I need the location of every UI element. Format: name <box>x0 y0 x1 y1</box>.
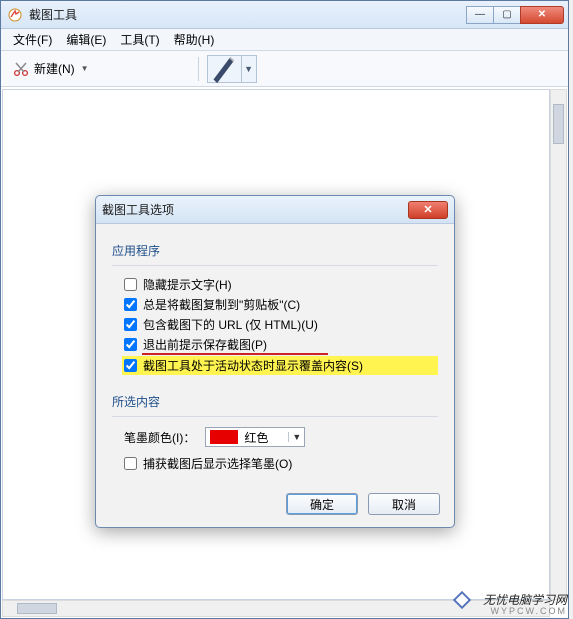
window-buttons: — ▢ ✕ <box>467 6 564 24</box>
watermark-icon <box>451 589 473 611</box>
window-title: 截图工具 <box>29 6 467 23</box>
dialog-titlebar[interactable]: 截图工具选项 ✕ <box>96 196 454 224</box>
ink-color-dropdown[interactable]: 红色 ▼ <box>205 427 305 447</box>
dialog-title: 截图工具选项 <box>102 201 408 218</box>
chevron-down-icon: ▼ <box>242 64 256 74</box>
options-dialog: 截图工具选项 ✕ 应用程序 隐藏提示文字(H) 总是将截图复制到"剪贴板"(C)… <box>95 195 455 528</box>
option-copy-clipboard[interactable]: 总是将截图复制到"剪贴板"(C) <box>124 296 438 313</box>
vertical-scrollbar[interactable] <box>550 89 567 600</box>
copy-button[interactable] <box>132 56 158 82</box>
app-icon <box>7 7 23 23</box>
eraser-button[interactable] <box>295 56 321 82</box>
menu-edit[interactable]: 编辑(E) <box>60 29 112 50</box>
new-button[interactable]: 新建(N) ▼ <box>7 57 94 81</box>
dialog-body: 应用程序 隐藏提示文字(H) 总是将截图复制到"剪贴板"(C) 包含截图下的 U… <box>96 224 454 485</box>
group-selection: 所选内容 <box>112 393 438 410</box>
dialog-buttons: 确定 取消 <box>96 485 454 527</box>
menubar: 文件(F) 编辑(E) 工具(T) 帮助(H) <box>1 29 568 51</box>
color-swatch <box>210 430 238 444</box>
scissors-icon <box>12 60 30 78</box>
option-prompt-save[interactable]: 退出前提示保存截图(P) <box>124 336 438 353</box>
pen-icon <box>208 56 242 82</box>
separator <box>198 57 199 81</box>
menu-help[interactable]: 帮助(H) <box>168 29 221 50</box>
cancel-button[interactable]: 取消 <box>368 493 440 515</box>
option-include-url[interactable]: 包含截图下的 URL (仅 HTML)(U) <box>124 316 438 333</box>
mail-button[interactable] <box>164 56 190 82</box>
checkbox[interactable] <box>124 457 137 470</box>
pen-dropdown[interactable]: ▼ <box>207 55 257 83</box>
main-titlebar[interactable]: 截图工具 — ▢ ✕ <box>1 1 568 29</box>
divider <box>112 265 438 266</box>
ink-color-value: 红色 <box>242 429 288 446</box>
option-label: 截图工具处于活动状态时显示覆盖内容(S) <box>143 357 363 374</box>
divider <box>112 416 438 417</box>
save-button[interactable] <box>100 56 126 82</box>
new-label: 新建(N) <box>34 60 75 77</box>
checkbox[interactable] <box>124 318 137 331</box>
menu-tools[interactable]: 工具(T) <box>114 29 165 50</box>
checkbox[interactable] <box>124 298 137 311</box>
minimize-button[interactable]: — <box>466 6 494 24</box>
scroll-thumb[interactable] <box>17 603 57 614</box>
option-label: 包含截图下的 URL (仅 HTML)(U) <box>143 316 318 333</box>
checkbox[interactable] <box>124 359 137 372</box>
watermark-line2: WYPCW.COM <box>483 607 567 617</box>
chevron-down-icon: ▼ <box>81 64 89 73</box>
menu-file[interactable]: 文件(F) <box>7 29 58 50</box>
option-label: 捕获截图后显示选择笔墨(O) <box>143 455 292 472</box>
option-hide-hint[interactable]: 隐藏提示文字(H) <box>124 276 438 293</box>
watermark: 无忧电脑学习网 WYPCW.COM <box>483 594 567 617</box>
checkbox[interactable] <box>124 278 137 291</box>
ink-color-row: 笔墨颜色(I)： 红色 ▼ <box>124 427 438 447</box>
ink-color-label: 笔墨颜色(I)： <box>124 429 195 446</box>
option-label: 隐藏提示文字(H) <box>143 276 232 293</box>
maximize-button[interactable]: ▢ <box>493 6 521 24</box>
group-application: 应用程序 <box>112 242 438 259</box>
highlighter-button[interactable] <box>263 56 289 82</box>
option-label: 退出前提示保存截图(P) <box>143 336 267 353</box>
chevron-down-icon: ▼ <box>288 432 304 442</box>
ok-button[interactable]: 确定 <box>286 493 358 515</box>
option-label: 总是将截图复制到"剪贴板"(C) <box>143 296 300 313</box>
dialog-close-button[interactable]: ✕ <box>408 201 448 219</box>
checkbox[interactable] <box>124 338 137 351</box>
toolbar: 新建(N) ▼ ▼ <box>1 51 568 87</box>
close-button[interactable]: ✕ <box>520 6 564 24</box>
option-show-overlay[interactable]: 截图工具处于活动状态时显示覆盖内容(S) <box>122 356 438 375</box>
scroll-thumb[interactable] <box>553 104 564 144</box>
option-show-ink-after[interactable]: 捕获截图后显示选择笔墨(O) <box>124 455 438 472</box>
